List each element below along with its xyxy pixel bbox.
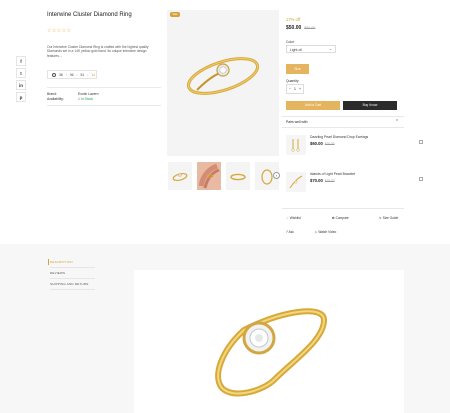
chevron-up-icon[interactable]: ⌃ [395,119,399,125]
discount-label: 17% off [286,17,301,22]
product-title: Interwine Cluster Diamond Ring [47,12,132,18]
wishlist-label: Wishlist [289,216,301,220]
increment-icon[interactable]: + [299,87,301,91]
thumbnail-1[interactable] [168,162,192,190]
main-product-image[interactable] [167,10,279,156]
related-old-price: $75.00 [324,179,335,183]
twitter-icon[interactable]: t [16,68,26,78]
product-description: Our Interwine Cluster Diamond Ring is cr… [47,45,149,58]
brand-row: Brand: Exotic Lavern [47,92,99,96]
size-button-label: Size [294,67,301,71]
countdown-seconds: 14 [91,72,95,77]
countdown-minutes: 51 [80,72,85,77]
color-select[interactable]: Light-oil ⌄ [286,45,336,53]
watch-video-button[interactable]: ▷ Watch Video [315,230,336,234]
brand-value[interactable]: Exotic Lavern [78,92,99,96]
color-select-value: Light-oil [290,47,302,52]
quantity-label: Quantity [286,79,299,83]
related-current-price: $60.00 [310,141,323,146]
compare-label: Compare [335,216,349,220]
price: $50.00 $60.00 [286,25,315,31]
decrement-icon[interactable]: − [289,87,291,91]
related-product-image[interactable] [286,172,306,192]
color-label: Color [286,40,295,44]
related-product-price: $70.00 $75.00 [310,178,335,183]
divider [50,289,95,290]
related-product-name[interactable]: Dazzling Pearl Diamond Drop Earrings [310,135,368,139]
quantity-stepper[interactable]: − 1 + [286,84,304,94]
ask-label: Ask [288,230,294,234]
pairs-well-title: Pairs well with [286,120,308,124]
divider [282,127,404,128]
divider [47,105,161,106]
related-product-image[interactable] [286,135,306,155]
related-product-checkbox[interactable] [419,177,423,181]
thumbnail-2[interactable] [197,162,221,190]
related-old-price: $70.00 [324,142,335,146]
availability-label: Availability: [47,97,64,101]
add-to-cart-label: Add to Cart [304,103,322,107]
chevron-right-icon[interactable]: › [273,172,280,179]
clock-icon [52,72,56,77]
ruler-icon: ✎ [379,216,382,220]
brand-label: Brand: [47,92,57,96]
old-price: $60.00 [304,26,316,30]
compare-icon: ⇄ [332,216,335,220]
related-product-price: $60.00 $70.00 [310,141,335,146]
related-product-checkbox[interactable] [419,140,423,144]
size-guide-button[interactable]: ✎ Size Guide [379,216,398,220]
quantity-value[interactable]: 1 [294,87,296,91]
description-image [134,270,404,413]
divider [50,267,95,268]
buy-now-label: Buy it now [362,103,378,107]
availability-value: 1 In Stock [77,97,94,101]
rating-stars[interactable]: ☆☆☆☆☆ [47,28,71,34]
countdown-days: 36 [59,72,63,77]
divider [50,278,95,279]
tab-shipping-and-return[interactable]: SHIPPING AND RETURN [50,282,88,286]
compare-button[interactable]: ⇄ Compare [332,216,349,220]
wishlist-button[interactable]: ♡ Wishlist [286,216,301,220]
related-current-price: $70.00 [310,178,323,183]
related-product-name[interactable]: Islands of Light Pearl Bracelet [310,172,355,176]
tab-reviews[interactable]: REVIEWS [50,271,65,275]
active-tab-marker [48,259,49,265]
chevron-down-icon: ⌄ [329,47,332,51]
pinterest-icon[interactable]: p [16,92,26,102]
social-share-rail: f t in p [16,56,26,104]
heart-icon: ♡ [286,216,289,220]
sale-badge: Sale [170,12,180,17]
ask-button[interactable]: ? Ask [286,230,294,234]
thumbnail-3[interactable] [226,162,250,190]
ring-image [186,57,260,95]
availability-row: Availability: 1 In Stock [47,97,93,101]
facebook-icon[interactable]: f [16,56,26,66]
buy-now-button[interactable]: Buy it now [343,101,397,110]
size-button[interactable]: Size [286,64,309,74]
sale-countdown: 36: 06: 51: 14 [47,70,97,79]
ring-image [215,308,328,397]
linkedin-icon[interactable]: in [16,80,26,90]
question-icon: ? [286,230,288,234]
divider [282,116,404,117]
add-to-cart-button[interactable]: Add to Cart [286,101,340,110]
size-guide-label: Size Guide [382,216,399,220]
current-price: $50.00 [286,25,302,31]
divider [282,208,404,209]
divider [47,87,161,88]
tab-description[interactable]: DESCRIPTION [50,260,73,264]
countdown-hours: 06 [69,72,74,77]
watch-video-label: Watch Video [318,230,337,234]
